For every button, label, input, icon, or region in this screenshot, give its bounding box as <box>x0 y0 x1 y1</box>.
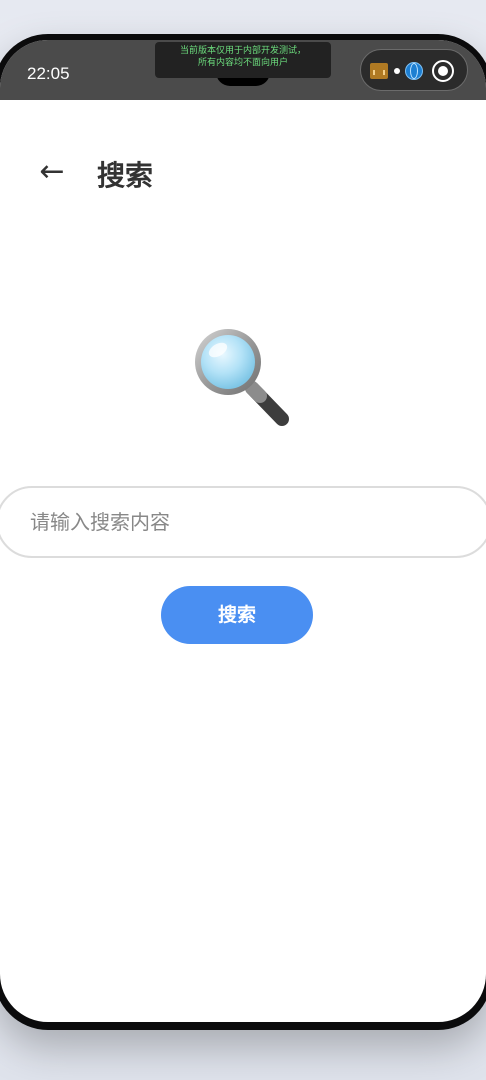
target-icon[interactable] <box>432 60 454 82</box>
globe-icon[interactable] <box>405 62 423 80</box>
search-button[interactable]: 搜索 <box>161 586 313 644</box>
dev-banner-line2: 所有内容均不面向用户 <box>197 58 288 68</box>
page-title: 搜索 <box>97 159 154 192</box>
search-input[interactable] <box>28 509 452 535</box>
dev-banner: 当前版本仅用于内部开发测试， 所有内容均不面向用户 <box>155 42 331 78</box>
dev-banner-line1: 当前版本仅用于内部开发测试， <box>179 46 306 56</box>
app-icon[interactable] <box>370 63 388 79</box>
page-header: ← 搜索 <box>0 150 486 200</box>
more-dot-icon[interactable] <box>394 68 400 74</box>
search-input-container[interactable] <box>0 486 486 558</box>
phone-frame: 22:05 当前版本仅用于内部开发测试， 所有内容均不面向用户 ← 搜索 请输入… <box>0 34 486 1030</box>
screen: 22:05 当前版本仅用于内部开发测试， 所有内容均不面向用户 ← 搜索 请输入… <box>0 40 486 1022</box>
back-arrow-icon[interactable]: ← <box>30 150 74 194</box>
status-bar: 22:05 当前版本仅用于内部开发测试， 所有内容均不面向用户 <box>0 40 486 100</box>
magnifying-glass-icon <box>190 324 300 434</box>
status-time: 22:05 <box>27 64 70 83</box>
miniprogram-capsule[interactable] <box>360 49 468 91</box>
